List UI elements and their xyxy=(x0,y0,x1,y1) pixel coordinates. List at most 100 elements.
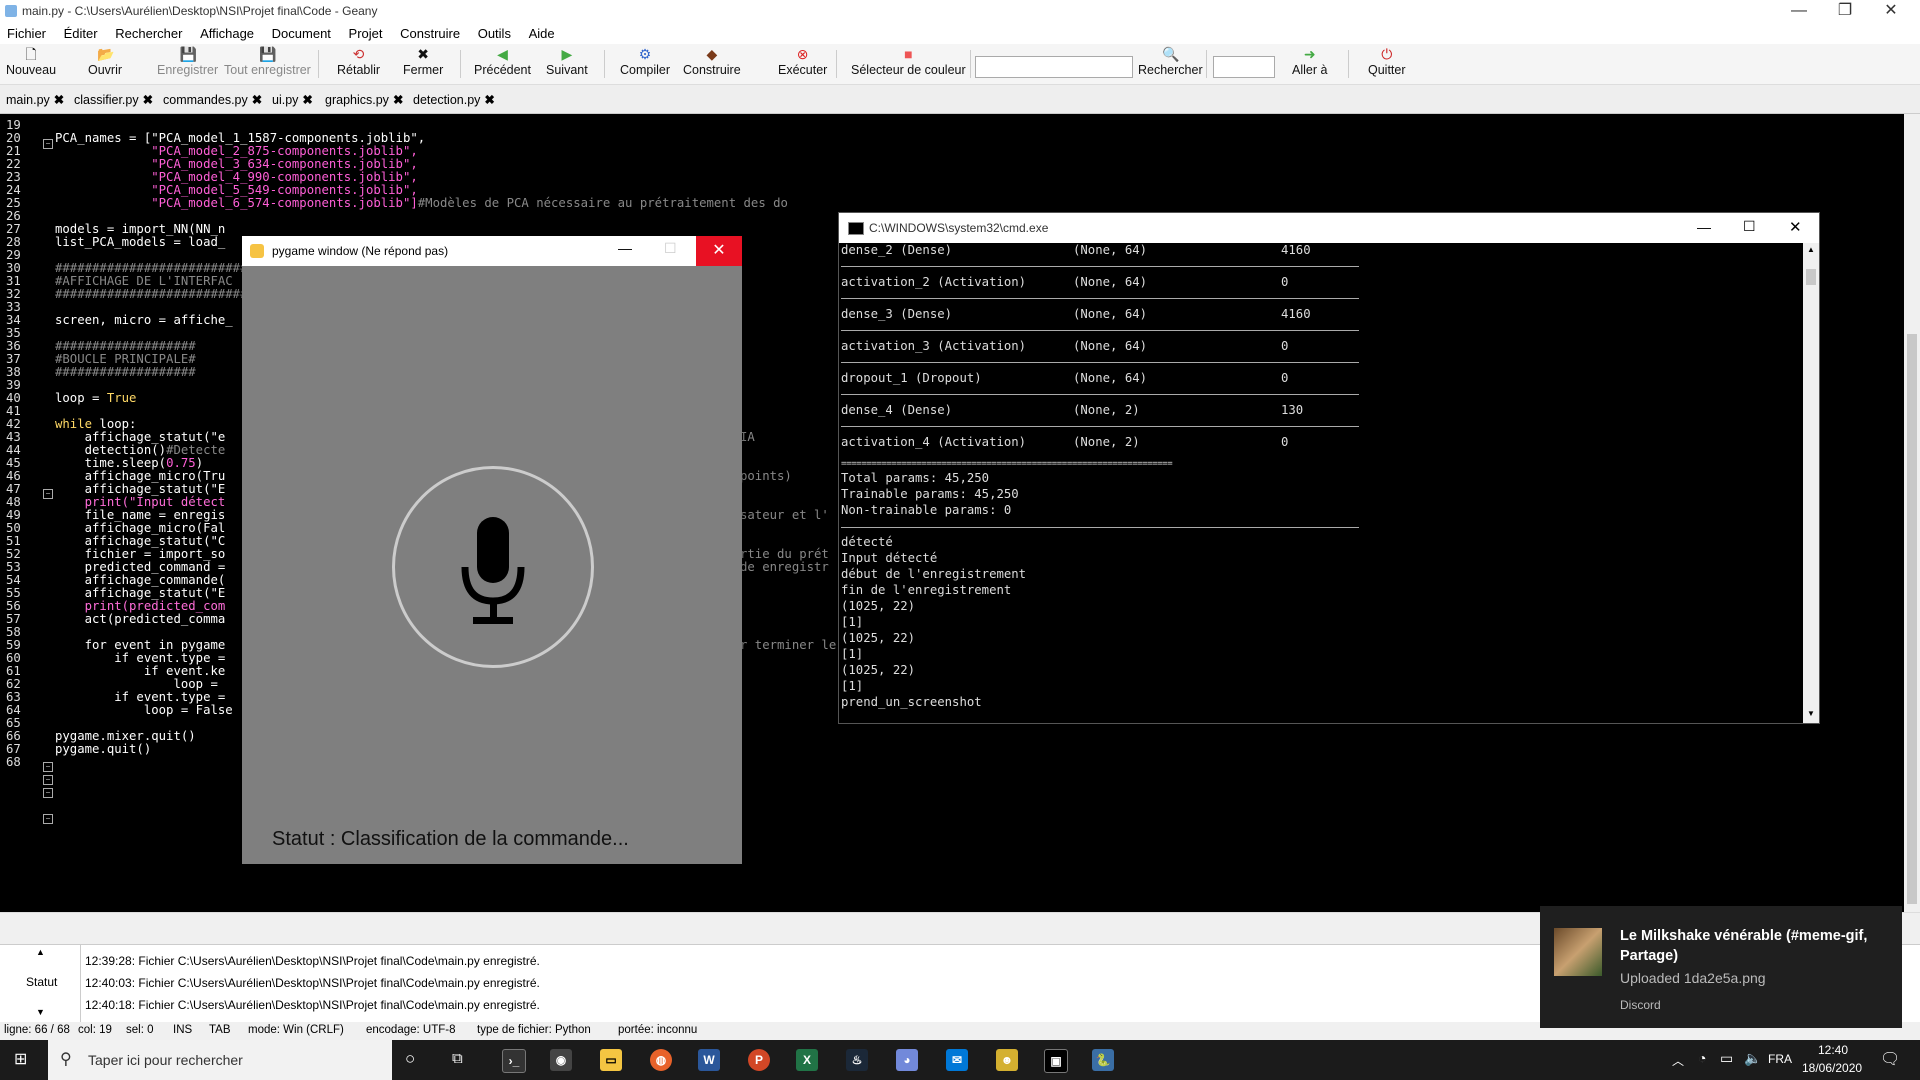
cmd-app-icon[interactable]: ▣ xyxy=(1044,1049,1068,1073)
cmd-window[interactable]: C:\WINDOWS\system32\cmd.exe — ☐ ✕ dense_… xyxy=(838,212,1820,724)
scroll-down-icon[interactable]: ▼ xyxy=(1807,709,1815,718)
code-line: affichage_commande( xyxy=(55,573,226,587)
menu-affichage[interactable]: Affichage xyxy=(193,24,261,41)
arrow-left-icon: ◀ xyxy=(497,46,508,62)
terminal-app-icon[interactable]: ›_ xyxy=(502,1049,526,1073)
scroll-up-icon[interactable]: ▲ xyxy=(1807,245,1815,254)
new-button[interactable]: 🗋 Nouveau xyxy=(6,46,56,77)
pygame-maximize-button[interactable]: ☐ xyxy=(664,240,677,257)
discord-icon[interactable]: ◕ xyxy=(896,1049,918,1071)
back-button[interactable]: ◀ Précédent xyxy=(474,46,531,77)
code-line: detection()#Detecte xyxy=(55,443,226,457)
line-number: 57 xyxy=(6,612,21,626)
close-tab-icon[interactable]: ✖ xyxy=(302,93,312,107)
menu-document[interactable]: Document xyxy=(265,24,338,41)
save-all-button[interactable]: 💾 Tout enregistrer xyxy=(224,46,311,77)
forward-button[interactable]: ▶ Suivant xyxy=(546,46,588,77)
tab-main-py[interactable]: main.py ✖ xyxy=(6,92,64,107)
run-button[interactable]: ⊗ Exécuter xyxy=(778,46,827,77)
pygame-close-button[interactable]: ✕ xyxy=(696,236,742,266)
task-view-icon[interactable]: ⧉ xyxy=(452,1050,463,1067)
menu-outils[interactable]: Outils xyxy=(471,24,518,41)
network-icon[interactable]: ◔ xyxy=(1698,1050,1706,1066)
cmd-title-bar[interactable]: C:\WINDOWS\system32\cmd.exe — ☐ ✕ xyxy=(839,213,1819,243)
mail-icon[interactable]: ✉ xyxy=(946,1049,968,1071)
color-chooser-button[interactable]: ■ Sélecteur de couleur xyxy=(851,46,966,77)
steam-icon[interactable]: ♨ xyxy=(846,1049,868,1071)
taskbar-search[interactable]: ⚲ Taper ici pour rechercher xyxy=(48,1040,392,1080)
search-button[interactable]: 🔍 Rechercher xyxy=(1138,46,1203,77)
status-scope: portée: inconnu xyxy=(618,1024,698,1036)
open-button[interactable]: 📂 Ouvrir xyxy=(88,46,122,77)
search-input[interactable] xyxy=(975,56,1133,78)
notification-toast[interactable]: Le Milkshake vénérable (#meme-gif, Parta… xyxy=(1540,906,1902,1028)
excel-icon[interactable]: X xyxy=(796,1049,818,1071)
cmd-output-line: [1] xyxy=(841,679,864,693)
tab-classifier-py[interactable]: classifier.py ✖ xyxy=(74,92,153,107)
language-indicator[interactable]: FRA xyxy=(1768,1052,1792,1066)
maximize-button[interactable]: ❐ xyxy=(1822,0,1868,24)
cmd-close-button[interactable]: ✕ xyxy=(1789,218,1802,236)
code-line: "PCA_model_4_990-components.joblib", xyxy=(55,170,418,184)
menu-rechercher[interactable]: Rechercher xyxy=(108,24,189,41)
pygame-window[interactable]: pygame window (Ne répond pas) — ☐ ✕ Stat… xyxy=(242,236,742,864)
volume-icon[interactable]: 🔈 xyxy=(1744,1050,1761,1067)
close-tab-icon[interactable]: ✖ xyxy=(484,93,494,107)
cortana-icon[interactable]: ○ xyxy=(405,1049,415,1069)
close-tab-icon[interactable]: ✖ xyxy=(252,93,262,107)
goto-line-input[interactable] xyxy=(1213,56,1275,78)
menu-construire[interactable]: Construire xyxy=(393,24,467,41)
cmd-minimize-button[interactable]: — xyxy=(1697,219,1711,235)
cmd-maximize-button[interactable]: ☐ xyxy=(1743,218,1756,235)
clock-date[interactable]: 18/06/2020 xyxy=(1802,1061,1862,1075)
python-app-icon[interactable]: 🐍 xyxy=(1092,1049,1114,1071)
code-line: loop = False xyxy=(55,703,233,717)
tab-graphics-py[interactable]: graphics.py ✖ xyxy=(325,92,403,107)
pygame-title-bar[interactable]: pygame window (Ne répond pas) — ☐ ✕ xyxy=(242,236,742,266)
code-line: print(predicted_com xyxy=(55,599,226,613)
save-button[interactable]: 💾 Enregistrer xyxy=(157,46,218,77)
goto-line-button[interactable]: ➜ Aller à xyxy=(1292,46,1327,77)
windows-start-icon[interactable]: ⊞ xyxy=(14,1052,30,1068)
close-tab-icon[interactable]: ✖ xyxy=(393,93,403,107)
menu-editer[interactable]: Éditer xyxy=(57,24,105,41)
action-center-icon[interactable]: 🗨 xyxy=(1880,1049,1900,1069)
cmd-scrollbar[interactable]: ▲ ▼ xyxy=(1803,243,1819,723)
close-button[interactable]: ✕ xyxy=(1868,0,1914,24)
code-line: #BOUCLE PRINCIPALE# xyxy=(55,352,196,366)
webcam-app-icon[interactable]: ◉ xyxy=(550,1049,572,1071)
line-number: 38 xyxy=(6,365,21,379)
file-explorer-icon[interactable]: ▭ xyxy=(600,1049,622,1071)
word-icon[interactable]: W xyxy=(698,1049,720,1071)
code-comment-fragment: sateur et l' xyxy=(740,508,829,522)
quit-button[interactable]: ⏻ Quitter xyxy=(1368,46,1406,77)
line-number: 22 xyxy=(6,157,21,171)
menu-projet[interactable]: Projet xyxy=(342,24,390,41)
tab-detection-py[interactable]: detection.py ✖ xyxy=(413,92,495,107)
line-number: 21 xyxy=(6,144,21,158)
reload-button[interactable]: ⟲ Rétablir xyxy=(337,46,380,77)
powerpoint-icon[interactable]: P xyxy=(748,1049,770,1071)
close-tab-icon[interactable]: ✖ xyxy=(54,93,64,107)
compile-button[interactable]: ⚙ Compiler xyxy=(620,46,670,77)
close-tab-icon[interactable]: ✖ xyxy=(143,93,153,107)
scroll-down-icon[interactable]: ▼ xyxy=(36,1007,45,1017)
minimize-button[interactable]: — xyxy=(1776,0,1822,24)
line-number: 29 xyxy=(6,248,21,262)
menu-fichier[interactable]: Fichier xyxy=(0,24,53,41)
battery-icon[interactable]: ▭ xyxy=(1720,1050,1733,1067)
pygame-minimize-button[interactable]: — xyxy=(618,240,632,256)
editor-vertical-scrollbar[interactable] xyxy=(1904,114,1920,912)
menu-aide[interactable]: Aide xyxy=(522,24,562,41)
build-button[interactable]: ◆ Construire xyxy=(683,46,741,77)
close-file-button[interactable]: ✖ Fermer xyxy=(403,46,443,77)
cmd-output-line: [1] xyxy=(841,615,864,629)
statut-tab[interactable]: Statut xyxy=(26,975,57,989)
tray-chevron-icon[interactable]: ︿ xyxy=(1672,1052,1684,1069)
tab-commandes-py[interactable]: commandes.py ✖ xyxy=(163,92,262,107)
clock-time[interactable]: 12:40 xyxy=(1818,1043,1848,1057)
scroll-up-icon[interactable]: ▲ xyxy=(36,947,45,957)
firefox-icon[interactable]: ◍ xyxy=(650,1049,672,1071)
tab-ui-py[interactable]: ui.py ✖ xyxy=(272,92,313,107)
game-app-icon[interactable]: ☻ xyxy=(996,1049,1018,1071)
